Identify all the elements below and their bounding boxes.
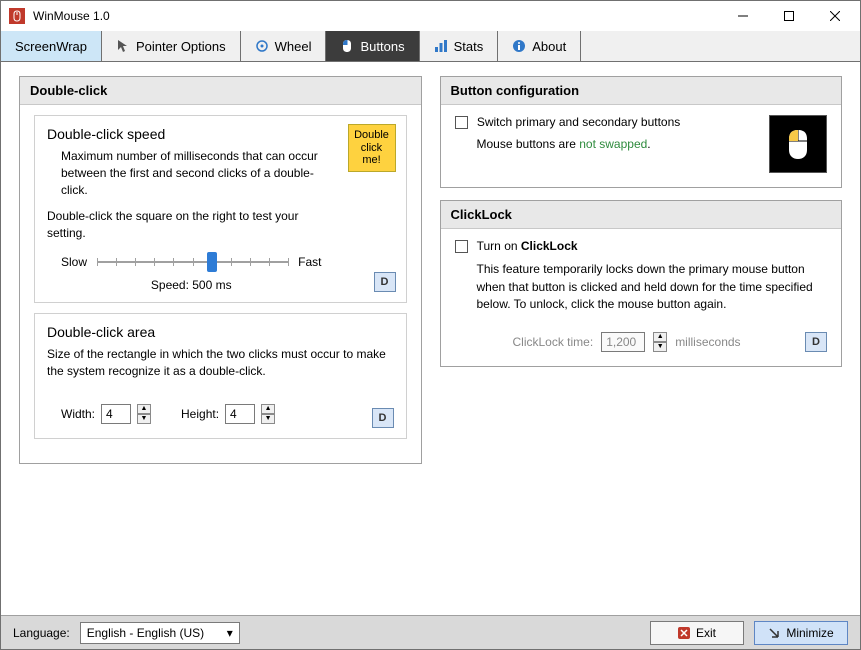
doubleclick-area-group: Double-click area Size of the rectangle …: [34, 313, 407, 439]
speed-test-hint: Double-click the square on the right to …: [47, 208, 336, 242]
content-area: Double-click Double-click speed Maximum …: [1, 62, 860, 615]
clicklock-desc: This feature temporarily locks down the …: [477, 261, 828, 313]
width-down[interactable]: ▼: [137, 414, 151, 424]
width-label: Width:: [61, 407, 95, 421]
tab-label: Wheel: [275, 39, 312, 54]
width-up[interactable]: ▲: [137, 404, 151, 414]
speed-slider-thumb[interactable]: [207, 252, 217, 272]
doubleclick-test-box[interactable]: Double click me!: [348, 124, 396, 172]
width-stepper[interactable]: ▲▼: [137, 404, 151, 424]
swap-status: Mouse buttons are not swapped.: [477, 137, 760, 151]
maximize-window-button[interactable]: [766, 1, 812, 31]
swap-checkbox[interactable]: [455, 116, 468, 129]
height-input[interactable]: [225, 404, 255, 424]
tab-label: Pointer Options: [136, 39, 226, 54]
panel-header: ClickLock: [441, 201, 842, 229]
clicklock-time-unit: milliseconds: [675, 335, 740, 349]
tab-stats[interactable]: Stats: [420, 31, 499, 61]
width-input[interactable]: [101, 404, 131, 424]
cl-time-down[interactable]: ▼: [653, 342, 667, 352]
language-select[interactable]: English - English (US) ▾: [80, 622, 240, 644]
speed-desc: Maximum number of milliseconds that can …: [61, 148, 336, 198]
exit-button[interactable]: Exit: [650, 621, 744, 645]
speed-slider-row: Slow Fast: [61, 252, 322, 272]
clicklock-toggle-row[interactable]: Turn on ClickLock: [455, 239, 578, 253]
target-icon: [255, 39, 269, 53]
tab-bar: ScreenWrap Pointer Options Wheel Buttons…: [1, 31, 860, 62]
doubleclick-speed-group: Double-click speed Maximum number of mil…: [34, 115, 407, 303]
fast-label: Fast: [298, 255, 321, 269]
tab-label: Buttons: [360, 39, 404, 54]
default-button-clicklock[interactable]: D: [805, 332, 827, 352]
area-desc: Size of the rectangle in which the two c…: [47, 346, 394, 380]
exit-label: Exit: [696, 626, 716, 640]
chevron-down-icon: ▾: [227, 626, 233, 640]
right-column: Button configuration Switch primary and …: [440, 76, 843, 601]
clicklock-checkbox[interactable]: [455, 240, 468, 253]
clicklock-label: Turn on ClickLock: [477, 239, 578, 253]
window-title: WinMouse 1.0: [33, 9, 720, 23]
button-config-panel: Button configuration Switch primary and …: [440, 76, 843, 188]
minimize-arrow-icon: [768, 627, 780, 639]
speed-slider[interactable]: [97, 252, 288, 272]
clicklock-time-input[interactable]: [601, 332, 645, 352]
close-window-button[interactable]: [812, 1, 858, 31]
height-down[interactable]: ▼: [261, 414, 275, 424]
clicklock-panel: ClickLock Turn on ClickLock This feature…: [440, 200, 843, 367]
tab-buttons[interactable]: Buttons: [326, 31, 419, 61]
minimize-button[interactable]: Minimize: [754, 621, 848, 645]
panel-header: Double-click: [20, 77, 421, 105]
tab-label: Stats: [454, 39, 484, 54]
tab-wheel[interactable]: Wheel: [241, 31, 327, 61]
height-stepper[interactable]: ▲▼: [261, 404, 275, 424]
app-icon: [9, 8, 25, 24]
clicklock-time-label: ClickLock time:: [513, 335, 594, 349]
default-button-speed[interactable]: D: [374, 272, 396, 292]
footer-bar: Language: English - English (US) ▾ Exit …: [1, 615, 860, 649]
left-column: Double-click Double-click speed Maximum …: [19, 76, 422, 601]
language-label: Language:: [13, 626, 70, 640]
bar-chart-icon: [434, 39, 448, 53]
language-value: English - English (US): [87, 626, 204, 640]
minimize-window-button[interactable]: [720, 1, 766, 31]
cl-time-up[interactable]: ▲: [653, 332, 667, 342]
panel-header: Button configuration: [441, 77, 842, 105]
tab-label: About: [532, 39, 566, 54]
tab-about[interactable]: About: [498, 31, 581, 61]
height-label: Height:: [181, 407, 219, 421]
info-icon: [512, 39, 526, 53]
group-title: Double-click speed: [47, 126, 336, 142]
swap-label: Switch primary and secondary buttons: [477, 115, 680, 129]
tab-screenwrap[interactable]: ScreenWrap: [1, 31, 102, 61]
cursor-icon: [116, 39, 130, 53]
slow-label: Slow: [61, 255, 87, 269]
close-icon: [678, 627, 690, 639]
height-up[interactable]: ▲: [261, 404, 275, 414]
clicklock-time-stepper[interactable]: ▲▼: [653, 332, 667, 352]
tab-pointer-options[interactable]: Pointer Options: [102, 31, 241, 61]
speed-readout: Speed: 500 ms: [47, 278, 336, 292]
mouse-graphic: [769, 115, 827, 173]
swap-buttons-row[interactable]: Switch primary and secondary buttons: [455, 115, 681, 129]
group-title: Double-click area: [47, 324, 394, 340]
mouse-icon: [340, 39, 354, 53]
doubleclick-panel: Double-click Double-click speed Maximum …: [19, 76, 422, 464]
tab-label: ScreenWrap: [15, 39, 87, 54]
titlebar: WinMouse 1.0: [1, 1, 860, 31]
default-button-area[interactable]: D: [372, 408, 394, 428]
minimize-label: Minimize: [786, 626, 833, 640]
